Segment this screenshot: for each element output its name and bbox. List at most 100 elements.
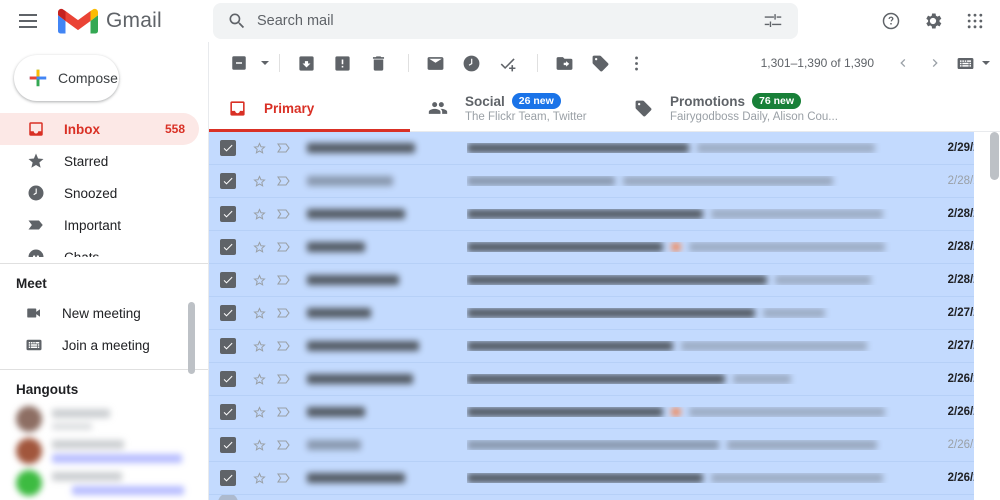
move-to-button[interactable] [548,47,580,79]
table-row[interactable]: 2/26/20 [209,462,1000,495]
report-spam-button[interactable] [326,47,358,79]
important-marker-icon[interactable] [271,239,297,255]
sidebar-label-inbox: Inbox [64,121,100,137]
row-checkbox[interactable] [209,305,247,321]
table-row[interactable]: 2/28/20 [209,264,1000,297]
sidebar-label-starred: Starred [64,153,109,169]
star-icon[interactable] [247,471,271,486]
important-marker-icon[interactable] [271,338,297,354]
labels-button[interactable] [584,47,616,79]
table-row[interactable]: 2/27/20 [209,297,1000,330]
star-icon[interactable] [247,339,271,354]
list-scrollbar[interactable] [990,132,999,180]
sidebar-item-inbox[interactable]: Inbox 558 [0,113,199,145]
sidebar-item-join-meeting[interactable]: Join a meeting [0,329,199,361]
add-to-tasks-button[interactable] [491,47,523,79]
email-sender [307,275,467,285]
search-input[interactable] [257,13,762,29]
video-camera-icon [24,303,44,323]
mark-unread-button[interactable] [419,47,451,79]
search-bar[interactable] [213,3,798,39]
email-subject [467,242,936,252]
row-checkbox[interactable] [209,470,247,486]
table-row[interactable]: 2/26/20 [209,363,1000,396]
input-tools-dropdown-icon[interactable] [982,61,990,65]
table-row[interactable]: 2/29/20 [209,132,1000,165]
apps-grid-icon[interactable] [958,4,992,38]
table-row[interactable]: 2/28/20 [209,198,1000,231]
important-marker-icon[interactable] [271,140,297,156]
important-marker-icon[interactable] [271,470,297,486]
sidebar-item-starred[interactable]: Starred [0,145,199,177]
row-checkbox[interactable] [209,371,247,387]
star-icon[interactable] [247,405,271,420]
help-icon[interactable] [874,4,908,38]
hangouts-contact[interactable] [0,435,209,467]
row-checkbox[interactable] [209,173,247,189]
table-row[interactable]: 2/26/20 [209,429,1000,462]
email-sender [307,473,467,483]
row-checkbox[interactable] [209,338,247,354]
sidebar-item-important[interactable]: Important [0,209,199,241]
row-checkbox[interactable] [209,140,247,156]
chevron-right-icon[interactable] [920,48,950,78]
important-marker-icon[interactable] [271,173,297,189]
star-icon[interactable] [247,306,271,321]
sidebar-scrollbar[interactable] [188,302,195,374]
star-icon[interactable] [247,207,271,222]
input-tools-keyboard-icon[interactable] [952,48,978,78]
snooze-button[interactable] [455,47,487,79]
sidebar: Compose Inbox 558 Starred Snoozed Import… [0,42,209,500]
row-checkbox[interactable] [209,272,247,288]
star-icon [26,151,46,171]
avatar [16,438,42,464]
star-icon[interactable] [247,141,271,156]
gmail-m-logo [58,8,98,34]
sidebar-item-new-meeting[interactable]: New meeting [0,297,199,329]
search-options-icon[interactable] [762,10,784,32]
hamburger-menu-icon[interactable] [8,1,48,41]
sidebar-item-snoozed[interactable]: Snoozed [0,177,199,209]
important-marker-icon [26,215,46,235]
inbox-category-tabs: Primary Social 26 new The Flickr Team, T… [209,84,1000,132]
list-gutter [974,132,1000,500]
delete-button[interactable] [362,47,394,79]
table-row[interactable]: 2/28/20 [209,165,1000,198]
compose-button[interactable]: Compose [14,55,119,101]
important-marker-icon[interactable] [271,206,297,222]
archive-button[interactable] [290,47,322,79]
important-marker-icon[interactable] [271,305,297,321]
star-icon[interactable] [247,438,271,453]
important-marker-icon[interactable] [271,437,297,453]
tab-promotions[interactable]: Promotions 76 new Fairygodboss Daily, Al… [615,84,855,132]
tab-primary[interactable]: Primary [209,84,410,132]
star-icon[interactable] [247,174,271,189]
star-icon[interactable] [247,372,271,387]
select-all-checkbox[interactable] [223,47,255,79]
hangouts-contact[interactable] [0,467,209,499]
star-icon[interactable] [247,273,271,288]
table-row[interactable] [209,495,1000,500]
tab-social[interactable]: Social 26 new The Flickr Team, Twitter [410,84,615,132]
chevron-left-icon[interactable] [888,48,918,78]
select-all-dropdown-icon[interactable] [261,61,269,65]
row-checkbox[interactable] [209,239,247,255]
compose-label: Compose [58,70,118,86]
important-marker-icon[interactable] [271,404,297,420]
important-marker-icon[interactable] [271,272,297,288]
important-marker-icon[interactable] [271,371,297,387]
row-checkbox[interactable] [209,437,247,453]
email-subject [467,374,936,384]
table-row[interactable]: 2/27/20 [209,330,1000,363]
gmail-logo[interactable]: Gmail [58,6,162,36]
more-options-button[interactable] [620,47,652,79]
email-sender [307,176,467,186]
row-checkbox[interactable] [209,206,247,222]
table-row[interactable]: 2/26/20 [209,396,1000,429]
star-icon[interactable] [247,240,271,255]
row-checkbox[interactable] [209,404,247,420]
gmail-app: Gmail Search mail Compose Inbox 558 Star… [0,0,1000,500]
table-row[interactable]: 2/28/20 [209,231,1000,264]
hangouts-contact[interactable] [0,403,209,435]
gear-icon[interactable] [916,4,950,38]
